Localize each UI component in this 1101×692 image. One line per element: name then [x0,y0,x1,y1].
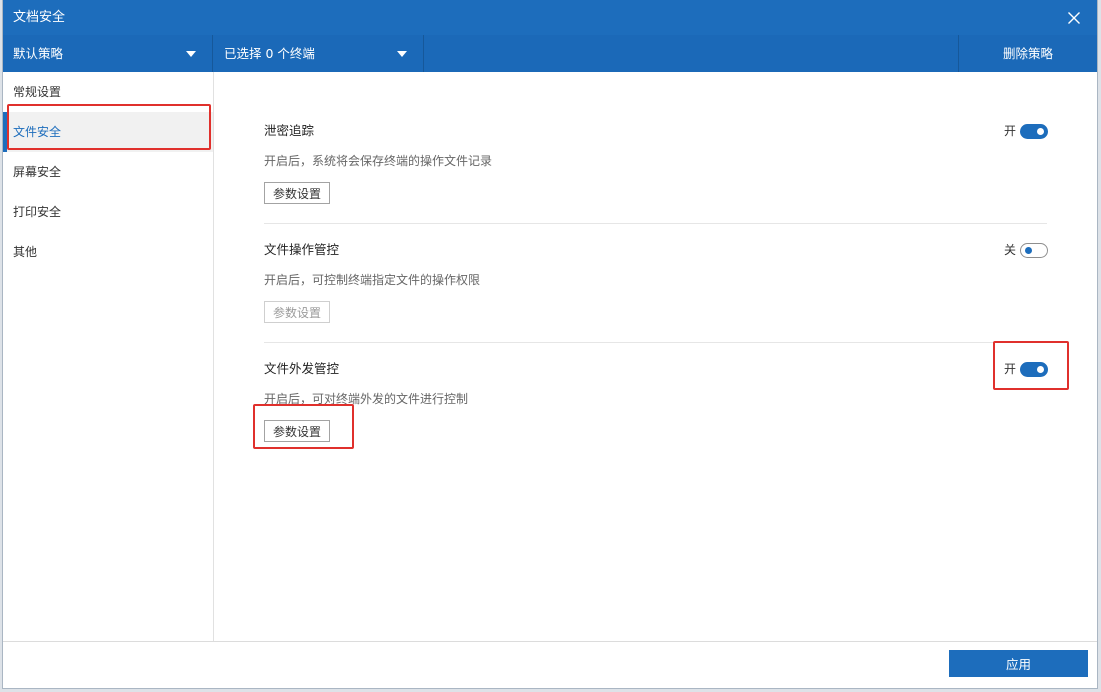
section-title: 泄密追踪 [264,123,315,138]
sidebar-item-label: 文件安全 [13,125,62,139]
sidebar-item-file-security[interactable]: 文件安全 [3,112,213,152]
section-file-outgoing-control: 文件外发管控 开 开启后，可对终端外发的文件进行控制 参数设置 [264,350,1050,462]
apply-button[interactable]: 应用 [949,650,1088,677]
toggle-group: 开 [1004,124,1048,139]
delete-policy-button[interactable]: 删除策略 [959,35,1097,72]
close-icon [1068,12,1080,24]
title-bar: 文档安全 [3,0,1097,35]
leak-tracking-settings-button[interactable]: 参数设置 [264,182,330,204]
toggle-group: 开 [1004,362,1048,377]
sidebar-nav: 常规设置 文件安全 屏幕安全 打印安全 其他 [3,72,214,641]
section-description: 开启后，系统将会保存终端的操作文件记录 [264,154,493,168]
section-title: 文件操作管控 [264,242,340,257]
policy-dropdown[interactable]: 默认策略 [3,35,212,72]
file-operation-control-toggle[interactable] [1020,243,1048,258]
toggle-knob [1037,128,1044,135]
section-title: 文件外发管控 [264,361,340,376]
toggle-state-label: 开 [1003,362,1016,376]
sidebar-item-other[interactable]: 其他 [3,232,213,272]
section-divider [264,342,1047,343]
toggle-knob [1025,247,1032,254]
window-title: 文档安全 [13,10,66,25]
section-description: 开启后，可对终端外发的文件进行控制 [264,392,469,406]
caret-down-icon [397,51,407,57]
file-operation-settings-button[interactable]: 参数设置 [264,301,330,323]
sidebar-item-label: 屏幕安全 [13,165,62,179]
terminal-selector-dropdown[interactable]: 已选择 0 个终端 [213,35,423,72]
sidebar-item-label: 常规设置 [13,85,62,99]
toggle-group: 关 [1004,243,1048,258]
toggle-state-label: 开 [1003,124,1016,138]
caret-down-icon [186,51,196,57]
section-leak-tracking: 泄密追踪 开 开启后，系统将会保存终端的操作文件记录 参数设置 [264,112,1050,224]
section-description: 开启后，可控制终端指定文件的操作权限 [264,273,481,287]
section-file-operation-control: 文件操作管控 关 开启后，可控制终端指定文件的操作权限 参数设置 [264,231,1050,343]
file-outgoing-control-toggle[interactable] [1020,362,1048,377]
toggle-state-label: 关 [1003,243,1016,257]
sidebar-item-label: 其他 [13,245,38,259]
toggle-knob [1037,366,1044,373]
toolbar-separator [423,35,424,72]
sidebar-item-general-settings[interactable]: 常规设置 [3,72,213,112]
terminal-selector-label: 已选择 0 个终端 [224,46,315,61]
sidebar-item-screen-security[interactable]: 屏幕安全 [3,152,213,192]
section-divider [264,223,1047,224]
close-button[interactable] [1065,9,1083,27]
file-outgoing-settings-button[interactable]: 参数设置 [264,420,330,442]
sidebar-item-label: 打印安全 [13,205,62,219]
policy-toolbar: 默认策略 已选择 0 个终端 删除策略 [3,35,1097,72]
document-security-dialog: 文档安全 默认策略 已选择 0 个终端 删除策略 常规设置 文件安全 屏幕安全 [3,0,1097,688]
leak-tracking-toggle[interactable] [1020,124,1048,139]
policy-dropdown-label: 默认策略 [13,46,64,61]
sidebar-item-print-security[interactable]: 打印安全 [3,192,213,232]
footer-divider [3,641,1097,642]
